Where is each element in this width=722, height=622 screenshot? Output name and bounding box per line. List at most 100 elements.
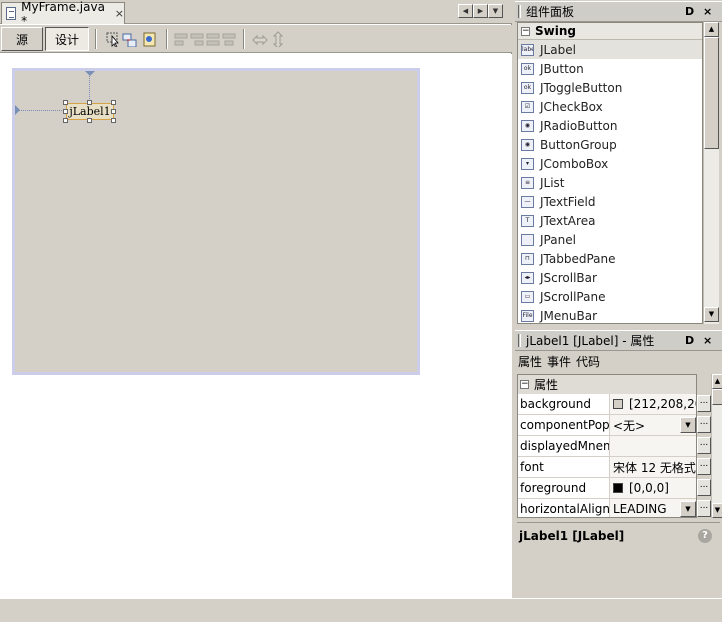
scroll-up-arrow-icon[interactable]: ▲: [704, 22, 719, 37]
property-value[interactable]: LEADING ▼: [610, 499, 696, 517]
property-row[interactable]: background [212,208,200]: [518, 394, 696, 415]
edit-background-button[interactable]: ...: [697, 395, 711, 412]
minimize-panel-icon[interactable]: D: [685, 5, 694, 18]
resize-handle[interactable]: [111, 100, 116, 105]
palette-item[interactable]: ☑ JCheckBox: [518, 97, 702, 116]
color-swatch: [613, 483, 623, 493]
property-editor-buttons: ... ... ... ... ... ...: [697, 374, 711, 518]
property-value-text: [212,208,200]: [629, 397, 696, 411]
edit-mnemonic-button[interactable]: ...: [697, 437, 711, 454]
edit-popup-menu-button[interactable]: ...: [697, 416, 711, 433]
properties-panel: jLabel1 [JLabel] - 属性 D × 属性 事件 代码 − 属性 …: [515, 330, 722, 598]
properties-scrollbar[interactable]: ▲ ▼: [711, 374, 722, 518]
combo-box-icon: ▾: [521, 157, 534, 170]
file-tab-myframe[interactable]: MyFrame.java * ×: [1, 0, 125, 28]
property-value-text: 宋体 12 无格式: [613, 460, 696, 475]
description-title: jLabel1 [JLabel]: [519, 529, 625, 543]
palette-title: 组件面板: [526, 5, 575, 19]
palette-item[interactable]: ◂▸ JScrollBar: [518, 268, 702, 287]
edit-foreground-button[interactable]: ...: [697, 479, 711, 496]
property-row[interactable]: componentPopupMenu<无> ▼: [518, 415, 696, 436]
help-icon[interactable]: ?: [698, 529, 712, 543]
tab-list-menu-button[interactable]: ▼: [488, 4, 503, 18]
property-value[interactable]: 宋体 12 无格式: [610, 457, 696, 477]
java-file-icon: [6, 7, 17, 20]
palette-scrollbar[interactable]: ▲ ▼: [703, 22, 719, 324]
anchor-marker-top-icon: [85, 71, 95, 76]
text-area-icon: T: [521, 214, 534, 227]
drag-grip-icon[interactable]: [518, 5, 521, 18]
palette-item[interactable]: File JMenuBar: [518, 306, 702, 323]
collapse-icon[interactable]: −: [520, 380, 529, 389]
drag-grip-icon[interactable]: [518, 334, 521, 347]
property-value[interactable]: [212,208,200]: [610, 394, 696, 414]
scroll-thumb[interactable]: [704, 37, 719, 149]
resize-handle[interactable]: [111, 109, 116, 114]
collapse-icon[interactable]: −: [521, 26, 530, 36]
property-name: horizontalAlignment: [518, 499, 610, 517]
palette-title-bar: 组件面板 D ×: [515, 1, 722, 22]
resize-handle[interactable]: [63, 109, 68, 114]
close-tab-icon[interactable]: ×: [115, 7, 124, 20]
scroll-down-arrow-icon[interactable]: ▼: [704, 307, 719, 322]
minimize-panel-icon[interactable]: D: [685, 334, 694, 347]
close-panel-icon[interactable]: ×: [703, 5, 712, 18]
dropdown-arrow-icon[interactable]: ▼: [680, 417, 696, 433]
scroll-tabs-right-button[interactable]: ▶: [473, 4, 488, 18]
palette-item-label: JList: [540, 175, 565, 190]
resize-handle[interactable]: [111, 118, 116, 123]
design-canvas[interactable]: jLabel1: [0, 54, 512, 598]
property-row[interactable]: horizontalAlignmentLEADING ▼: [518, 499, 696, 517]
palette-item[interactable]: ▾ JComboBox: [518, 154, 702, 173]
palette-item[interactable]: ◉ ButtonGroup: [518, 135, 702, 154]
resize-icons[interactable]: [251, 31, 287, 47]
property-row[interactable]: foreground [0,0,0]: [518, 478, 696, 499]
dropdown-arrow-icon[interactable]: ▼: [680, 501, 696, 517]
palette-item[interactable]: T JTextArea: [518, 211, 702, 230]
color-swatch: [613, 399, 623, 409]
property-row[interactable]: displayedMnemonic: [518, 436, 696, 457]
panel-icon: [521, 233, 534, 246]
resize-handle[interactable]: [87, 118, 92, 123]
tab-code[interactable]: 代码: [576, 353, 600, 370]
editor-area: MyFrame.java * × ◀ ▶ ▼ 源 设计 jLabel1: [0, 0, 512, 598]
selection-mode-icon[interactable]: [106, 31, 156, 47]
palette-item[interactable]: ok JToggleButton: [518, 78, 702, 97]
palette-category-swing[interactable]: − Swing: [518, 23, 702, 40]
property-row[interactable]: font 宋体 12 无格式: [518, 457, 696, 478]
resize-handle[interactable]: [63, 118, 68, 123]
property-name: font: [518, 457, 610, 477]
palette-item[interactable]: label JLabel: [518, 40, 702, 59]
property-category[interactable]: − 属性: [518, 375, 696, 394]
properties-tabs: 属性 事件 代码: [518, 353, 605, 370]
tab-properties[interactable]: 属性: [518, 353, 542, 370]
alignment-icons[interactable]: [174, 31, 238, 47]
property-name: displayedMnemonic: [518, 436, 610, 456]
property-value[interactable]: [0,0,0]: [610, 478, 696, 498]
palette-item[interactable]: ⊓ JTabbedPane: [518, 249, 702, 268]
palette-item[interactable]: ▭ JScrollPane: [518, 287, 702, 306]
palette-item[interactable]: JPanel: [518, 230, 702, 249]
resize-handle[interactable]: [87, 100, 92, 105]
palette-item-label: JTextField: [540, 194, 596, 209]
property-value[interactable]: [610, 436, 696, 456]
palette-item[interactable]: ◉ JRadioButton: [518, 116, 702, 135]
source-view-button[interactable]: 源: [1, 27, 43, 51]
scroll-up-arrow-icon[interactable]: ▲: [712, 374, 722, 389]
palette-item[interactable]: ≡ JList: [518, 173, 702, 192]
design-view-button[interactable]: 设计: [45, 27, 89, 51]
edit-font-button[interactable]: ...: [697, 458, 711, 475]
scroll-thumb[interactable]: [712, 389, 722, 405]
button-group-icon: ◉: [521, 138, 534, 151]
scroll-tabs-left-button[interactable]: ◀: [458, 4, 473, 18]
scroll-down-arrow-icon[interactable]: ▼: [712, 503, 722, 518]
palette-item[interactable]: — JTextField: [518, 192, 702, 211]
tab-events[interactable]: 事件: [547, 353, 571, 370]
jframe-form[interactable]: jLabel1: [12, 68, 420, 375]
palette-item-label: JPanel: [540, 232, 576, 247]
resize-handle[interactable]: [63, 100, 68, 105]
close-panel-icon[interactable]: ×: [703, 334, 712, 347]
palette-item[interactable]: ok JButton: [518, 59, 702, 78]
edit-alignment-button[interactable]: ...: [697, 500, 711, 517]
property-value[interactable]: <无> ▼: [610, 415, 696, 435]
